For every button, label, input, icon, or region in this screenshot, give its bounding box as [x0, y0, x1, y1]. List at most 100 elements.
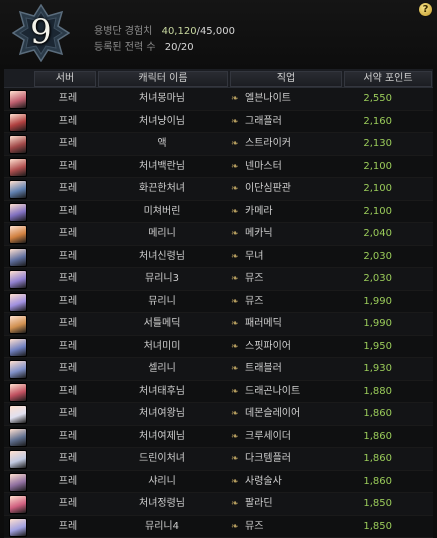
server-cell: 프레 — [46, 111, 90, 132]
pledge-points-cell: 1,850 — [344, 516, 392, 537]
table-row[interactable]: 프레 처녀정령님 ❧팔라딘1,850 — [4, 493, 433, 516]
server-cell: 프레 — [46, 381, 90, 402]
job-cell: ❧그래플러 — [231, 111, 351, 132]
pledge-points-cell: 1,850 — [344, 493, 392, 514]
table-row[interactable]: 프레뮤리니3❧뮤즈2,030 — [4, 268, 433, 291]
table-row[interactable]: 프레 처녀백란님 ❧ 넨마스터 2,100 — [4, 156, 433, 179]
character-avatar — [9, 180, 27, 199]
table-row[interactable]: 프레뮤리니❧뮤즈1,990 — [4, 291, 433, 314]
character-name-cell: 뮤리니 — [112, 291, 212, 312]
table-row[interactable]: 프레샤리니❧사령술사1,860 — [4, 471, 433, 494]
roster-value: 20/20 — [165, 42, 194, 53]
exp-label: 용병단 경험치 — [94, 26, 152, 37]
character-name-cell: 처녀태후님 — [112, 381, 212, 402]
character-avatar — [9, 495, 27, 514]
exp-line: 용병단 경험치 40,120/45,000 — [94, 22, 235, 37]
pledge-points-cell: 2,160 — [344, 111, 392, 132]
table-row[interactable]: 프레화끈한처녀❧이단심판관2,100 — [4, 178, 433, 201]
character-avatar — [9, 225, 27, 244]
server-cell: 프레 — [46, 358, 90, 379]
job-label: 트래블러 — [245, 363, 282, 374]
character-name-cell: 처녀백란님 — [112, 156, 212, 177]
job-cell: ❧크루세이더 — [231, 426, 351, 447]
job-cell: ❧스핏파이어 — [231, 336, 351, 357]
server-cell: 프레 — [46, 291, 90, 312]
character-name-cell: 화끈한처녀 — [112, 178, 212, 199]
job-cell: ❧팔라딘 — [231, 493, 351, 514]
character-name-cell: 서틀메딕 — [112, 313, 212, 334]
job-label: 메카닉 — [245, 228, 273, 239]
server-cell: 프레 — [46, 336, 90, 357]
table-row[interactable]: 프레처녀냥이님❧그래플러2,160 — [4, 111, 433, 134]
job-emblem-icon: ❧ — [231, 292, 241, 313]
job-cell: ❧패러메딕 — [231, 313, 351, 334]
table-row[interactable]: 프레처녀몽마님❧엘븐나이트2,550 — [4, 88, 433, 111]
job-emblem-icon: ❧ — [231, 337, 241, 358]
pledge-points-cell: 2,100 — [344, 178, 392, 199]
character-avatar — [9, 338, 27, 357]
server-cell: 프레 — [46, 133, 90, 154]
job-label: 사령술사 — [245, 476, 282, 487]
job-cell: ❧ 데몬슬레이어 — [231, 403, 351, 424]
pledge-points-cell: 2,100 — [344, 201, 392, 222]
column-header-character-name[interactable]: 캐릭터 이름 — [98, 71, 228, 87]
job-emblem-icon: ❧ — [231, 157, 241, 178]
table-row[interactable]: 프레서틀메딕❧패러메딕1,990 — [4, 313, 433, 336]
column-header-job[interactable]: 직업 — [230, 71, 342, 87]
job-label: 다크템플러 — [245, 453, 291, 464]
server-cell: 프레 — [46, 156, 90, 177]
pledge-points-cell: 1,860 — [344, 403, 392, 424]
table-row[interactable]: 프레처녀신령님❧무녀2,030 — [4, 246, 433, 269]
character-name-cell: 액 — [112, 133, 212, 154]
job-label: 이단심판관 — [245, 183, 291, 194]
character-name-cell: 처녀정령님 — [112, 493, 212, 514]
column-header-pledge-points[interactable]: 서약 포인트 — [344, 71, 432, 87]
server-cell: 프레 — [46, 471, 90, 492]
pledge-points-cell: 2,040 — [344, 223, 392, 244]
table-row[interactable]: 프레처녀여왕님❧데몬슬레이어1,860 — [4, 403, 433, 426]
job-label: 그래플러 — [245, 116, 282, 127]
table-row[interactable]: 프레미쳐버린❧카메라2,100 — [4, 201, 433, 224]
character-avatar — [9, 360, 27, 379]
table-row[interactable]: 프레처녀태후님❧드래곤나이트1,880 — [4, 381, 433, 404]
character-avatar — [9, 90, 27, 109]
table-row[interactable]: 프레메리니❧메카닉2,040 — [4, 223, 433, 246]
character-avatar — [9, 135, 27, 154]
table-row[interactable]: 프레액❧스트라이커2,130 — [4, 133, 433, 156]
character-name-cell: 처녀몽마님 — [112, 88, 212, 109]
job-emblem-icon: ❧ — [231, 202, 241, 223]
panel-header: 9 용병단 경험치 40,120/45,000 등록된 전력 수 20/20 ? — [0, 0, 437, 68]
character-avatar — [9, 428, 27, 447]
server-cell: 프레 — [46, 246, 90, 267]
job-emblem-icon: ❧ — [231, 449, 241, 470]
table-row[interactable]: 프레처녀미미❧스핏파이어1,950 — [4, 336, 433, 359]
server-cell: 프레 — [46, 88, 90, 109]
table-header: 서버 캐릭터 이름 직업 서약 포인트 — [4, 69, 433, 88]
server-cell: 프레 — [46, 403, 90, 424]
table-row[interactable]: 프레뮤리니4❧뮤즈1,850 — [4, 516, 433, 538]
job-cell: ❧이단심판관 — [231, 178, 351, 199]
job-label: 데몬슬레이어 — [245, 408, 300, 419]
server-cell: 프레 — [46, 201, 90, 222]
table-row[interactable]: 프레셀리니❧트래블러1,930 — [4, 358, 433, 381]
pledge-points-cell: 2,100 — [344, 156, 392, 177]
job-emblem-icon: ❧ — [231, 314, 241, 335]
character-name-cell: 미쳐버린 — [112, 201, 212, 222]
help-button[interactable]: ? — [419, 3, 432, 16]
job-cell: ❧무녀 — [231, 246, 351, 267]
server-cell: 프레 — [46, 493, 90, 514]
job-emblem-icon: ❧ — [231, 404, 241, 425]
job-cell: ❧ 다크템플러 — [231, 448, 351, 469]
character-avatar — [9, 203, 27, 222]
job-label: 팔라딘 — [245, 498, 273, 509]
table-row[interactable]: 프레처녀여제님❧크루세이더1,860 — [4, 426, 433, 449]
server-cell: 프레 — [46, 223, 90, 244]
character-name-cell: 처녀미미 — [112, 336, 212, 357]
job-cell: ❧뮤즈 — [231, 516, 351, 537]
column-header-server[interactable]: 서버 — [34, 71, 96, 87]
table-row[interactable]: 프레드린이처녀❧다크템플러1,860 — [4, 448, 433, 471]
pledge-points-cell: 1,990 — [344, 313, 392, 334]
job-label: 넨마스터 — [245, 161, 282, 172]
job-label: 뮤즈 — [245, 296, 263, 307]
character-name-cell: 메리니 — [112, 223, 212, 244]
